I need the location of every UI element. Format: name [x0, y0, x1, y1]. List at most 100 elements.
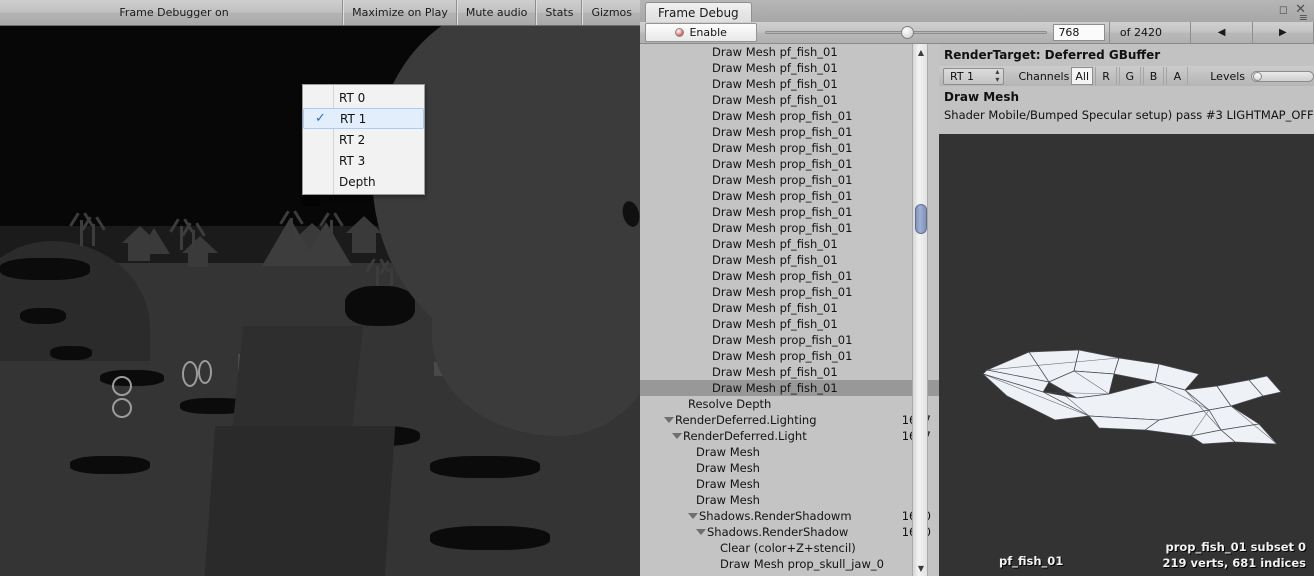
expand-caret-icon[interactable] [664, 417, 674, 423]
tree-row-label: RenderDeferred.Lighting [675, 413, 817, 427]
maximize-on-play-button[interactable]: Maximize on Play [343, 0, 457, 25]
channel-all-button[interactable]: All [1071, 67, 1094, 85]
frame-index-input[interactable]: 768 [1053, 24, 1105, 41]
tree-row[interactable]: Shadows.RenderShadowm1640 [640, 508, 939, 524]
rock-cluster-2 [50, 346, 92, 360]
tree-row[interactable]: Draw Mesh prop_fish_01 [640, 156, 939, 172]
tree-row[interactable]: Shadows.RenderShadow1640 [640, 524, 939, 540]
tree-row[interactable]: Resolve Depth [640, 396, 939, 412]
frame-event-tree[interactable]: Draw Mesh pf_fish_01 Draw Mesh pf_fish_01… [640, 44, 939, 576]
tree-row[interactable]: Draw Mesh prop_fish_01 [640, 284, 939, 300]
tree-row[interactable]: Draw Mesh pf_fish_01 [640, 44, 939, 60]
levels-slider-thumb[interactable] [1253, 71, 1263, 81]
tree-row-label: Draw Mesh prop_fish_01 [712, 109, 853, 123]
tree-row-label: Draw Mesh prop_fish_01 [712, 333, 853, 347]
tree-row[interactable]: Draw Mesh prop_fish_01 [640, 268, 939, 284]
dropdown-item[interactable]: ✓ RT 1 [303, 108, 424, 129]
tree-row[interactable]: RenderDeferred.Light1647 [640, 428, 939, 444]
mesh-preview-area[interactable]: pf_fish_01 prop_fish_01 subset 0 219 ver… [939, 134, 1314, 576]
tree-row-label: Draw Mesh prop_fish_01 [712, 157, 853, 171]
tree-row[interactable]: Draw Mesh [640, 492, 939, 508]
preview-label-subset: prop_fish_01 subset 0 [1165, 540, 1306, 554]
tree-row-label: Shadows.RenderShadowm [699, 509, 852, 523]
tab-frame-debug[interactable]: Frame Debug [645, 2, 752, 23]
tree-row-label: Draw Mesh pf_fish_01 [712, 381, 838, 395]
tree-scrollbar[interactable]: ▲ ▼ [912, 44, 928, 576]
scroll-up-icon[interactable]: ▲ [913, 44, 929, 60]
tree-row-label: Draw Mesh prop_fish_01 [712, 173, 853, 187]
render-target-dropdown[interactable]: RT 1 ▴ ▾ [943, 67, 1005, 85]
channel-a-button[interactable]: A [1166, 67, 1189, 85]
dropdown-item[interactable]: RT 0 [303, 87, 424, 108]
tree-row-label: Draw Mesh prop_fish_01 [712, 221, 853, 235]
updown-arrows-icon: ▴ ▾ [995, 67, 1000, 84]
enable-button[interactable]: Enable [645, 23, 758, 42]
dropdown-item[interactable]: Depth [303, 171, 424, 192]
frame-slider[interactable] [765, 23, 1048, 42]
tree-row[interactable]: Draw Mesh pf_fish_01 [640, 300, 939, 316]
tree-row-label: Resolve Depth [688, 397, 772, 411]
stats-button[interactable]: Stats [536, 0, 583, 25]
tree-row[interactable]: Draw Mesh [640, 460, 939, 476]
fish-wireframe-mesh [982, 349, 1282, 445]
tree-row[interactable]: Draw Mesh prop_fish_01 [640, 332, 939, 348]
tree-row-label: Draw Mesh pf_fish_01 [712, 93, 838, 107]
expand-caret-icon[interactable] [672, 433, 682, 439]
mute-audio-button[interactable]: Mute audio [456, 0, 537, 25]
gizmos-button[interactable]: Gizmos [582, 0, 640, 25]
tree-row[interactable]: Draw Mesh prop_fish_01 [640, 348, 939, 364]
channels-label: Channels [1018, 69, 1070, 83]
tree-row[interactable]: Draw Mesh prop_fish_01 [640, 108, 939, 124]
tree-row[interactable]: Draw Mesh prop_skull_jaw_0 [640, 556, 939, 572]
frame-slider-thumb[interactable] [900, 26, 914, 39]
tree-row[interactable]: Draw Mesh [640, 476, 939, 492]
render-target-toolbar: RT 1 ▴ ▾ Channels All R G B A Levels [939, 66, 1314, 86]
dropdown-item[interactable]: RT 3 [303, 150, 424, 171]
restore-icon[interactable]: ◻ [1279, 3, 1288, 16]
tree-row[interactable]: Draw Mesh prop_fish_01 [640, 204, 939, 220]
levels-slider[interactable] [1251, 70, 1314, 82]
tree-row-label: Draw Mesh prop_fish_01 [712, 189, 853, 203]
expand-caret-icon[interactable] [696, 529, 706, 535]
tree-row-label: Draw Mesh [696, 445, 760, 459]
tree-row[interactable]: Draw Mesh prop_fish_01 [640, 188, 939, 204]
rock-cluster-8 [70, 456, 150, 474]
tree-row[interactable]: Draw Mesh pf_fish_01 [640, 236, 939, 252]
tree-row[interactable]: Draw Mesh pf_fish_01 [640, 364, 939, 380]
channel-b-button[interactable]: B [1142, 67, 1165, 85]
tree-row[interactable]: Draw Mesh pf_fish_01 [640, 92, 939, 108]
tree-row[interactable]: Draw Mesh pf_fish_01 [640, 60, 939, 76]
tree-row[interactable]: Clear (color+Z+stencil) [640, 540, 939, 556]
tent-2 [300, 222, 352, 266]
tree-row[interactable]: Draw Mesh prop_fish_01 [640, 172, 939, 188]
prev-frame-button[interactable]: ◀ [1191, 22, 1253, 43]
tree-row-label: Draw Mesh pf_fish_01 [712, 77, 838, 91]
next-frame-button[interactable]: ▶ [1253, 22, 1314, 43]
expand-caret-icon[interactable] [688, 513, 698, 519]
channel-g-button[interactable]: G [1118, 67, 1141, 85]
scrollbar-thumb[interactable] [915, 204, 927, 234]
app-root: Frame Debugger on Maximize on Play Mute … [0, 0, 1314, 576]
tree-row[interactable]: Draw Mesh [640, 444, 939, 460]
tree-row[interactable]: RenderDeferred.Lighting1647 [640, 412, 939, 428]
dropdown-item-label: RT 3 [339, 153, 366, 168]
game-view-toolbar: Frame Debugger on Maximize on Play Mute … [0, 0, 640, 26]
scroll-down-icon[interactable]: ▼ [913, 560, 929, 576]
render-target-dropdown-menu[interactable]: RT 0 ✓ RT 1 RT 2 RT 3 Depth [302, 84, 425, 195]
event-detail-text: Draw Mesh Shader Mobile/Bumped Specular … [939, 88, 1314, 136]
tree-row[interactable]: Draw Mesh prop_fish_01 [640, 124, 939, 140]
tree-row[interactable]: Draw Mesh pf_fish_01 [640, 252, 939, 268]
tree-row-label: Draw Mesh pf_fish_01 [712, 237, 838, 251]
tree-row[interactable]: Draw Mesh prop_fish_01 [640, 140, 939, 156]
dropdown-item[interactable]: RT 2 [303, 129, 424, 150]
channel-r-button[interactable]: R [1095, 67, 1117, 85]
dropdown-item-label: RT 1 [340, 111, 367, 126]
render-target-dropdown-value: RT 1 [950, 69, 975, 83]
tree-row[interactable]: Draw Mesh prop_fish_01 [640, 220, 939, 236]
tree-row[interactable]: Draw Mesh pf_fish_01 [640, 380, 939, 396]
tree-3 [180, 226, 183, 250]
tree-row-label: Draw Mesh prop_fish_01 [712, 269, 853, 283]
tree-row-label: Draw Mesh pf_fish_01 [712, 301, 838, 315]
tree-row[interactable]: Draw Mesh pf_fish_01 [640, 316, 939, 332]
tree-row[interactable]: Draw Mesh pf_fish_01 [640, 76, 939, 92]
